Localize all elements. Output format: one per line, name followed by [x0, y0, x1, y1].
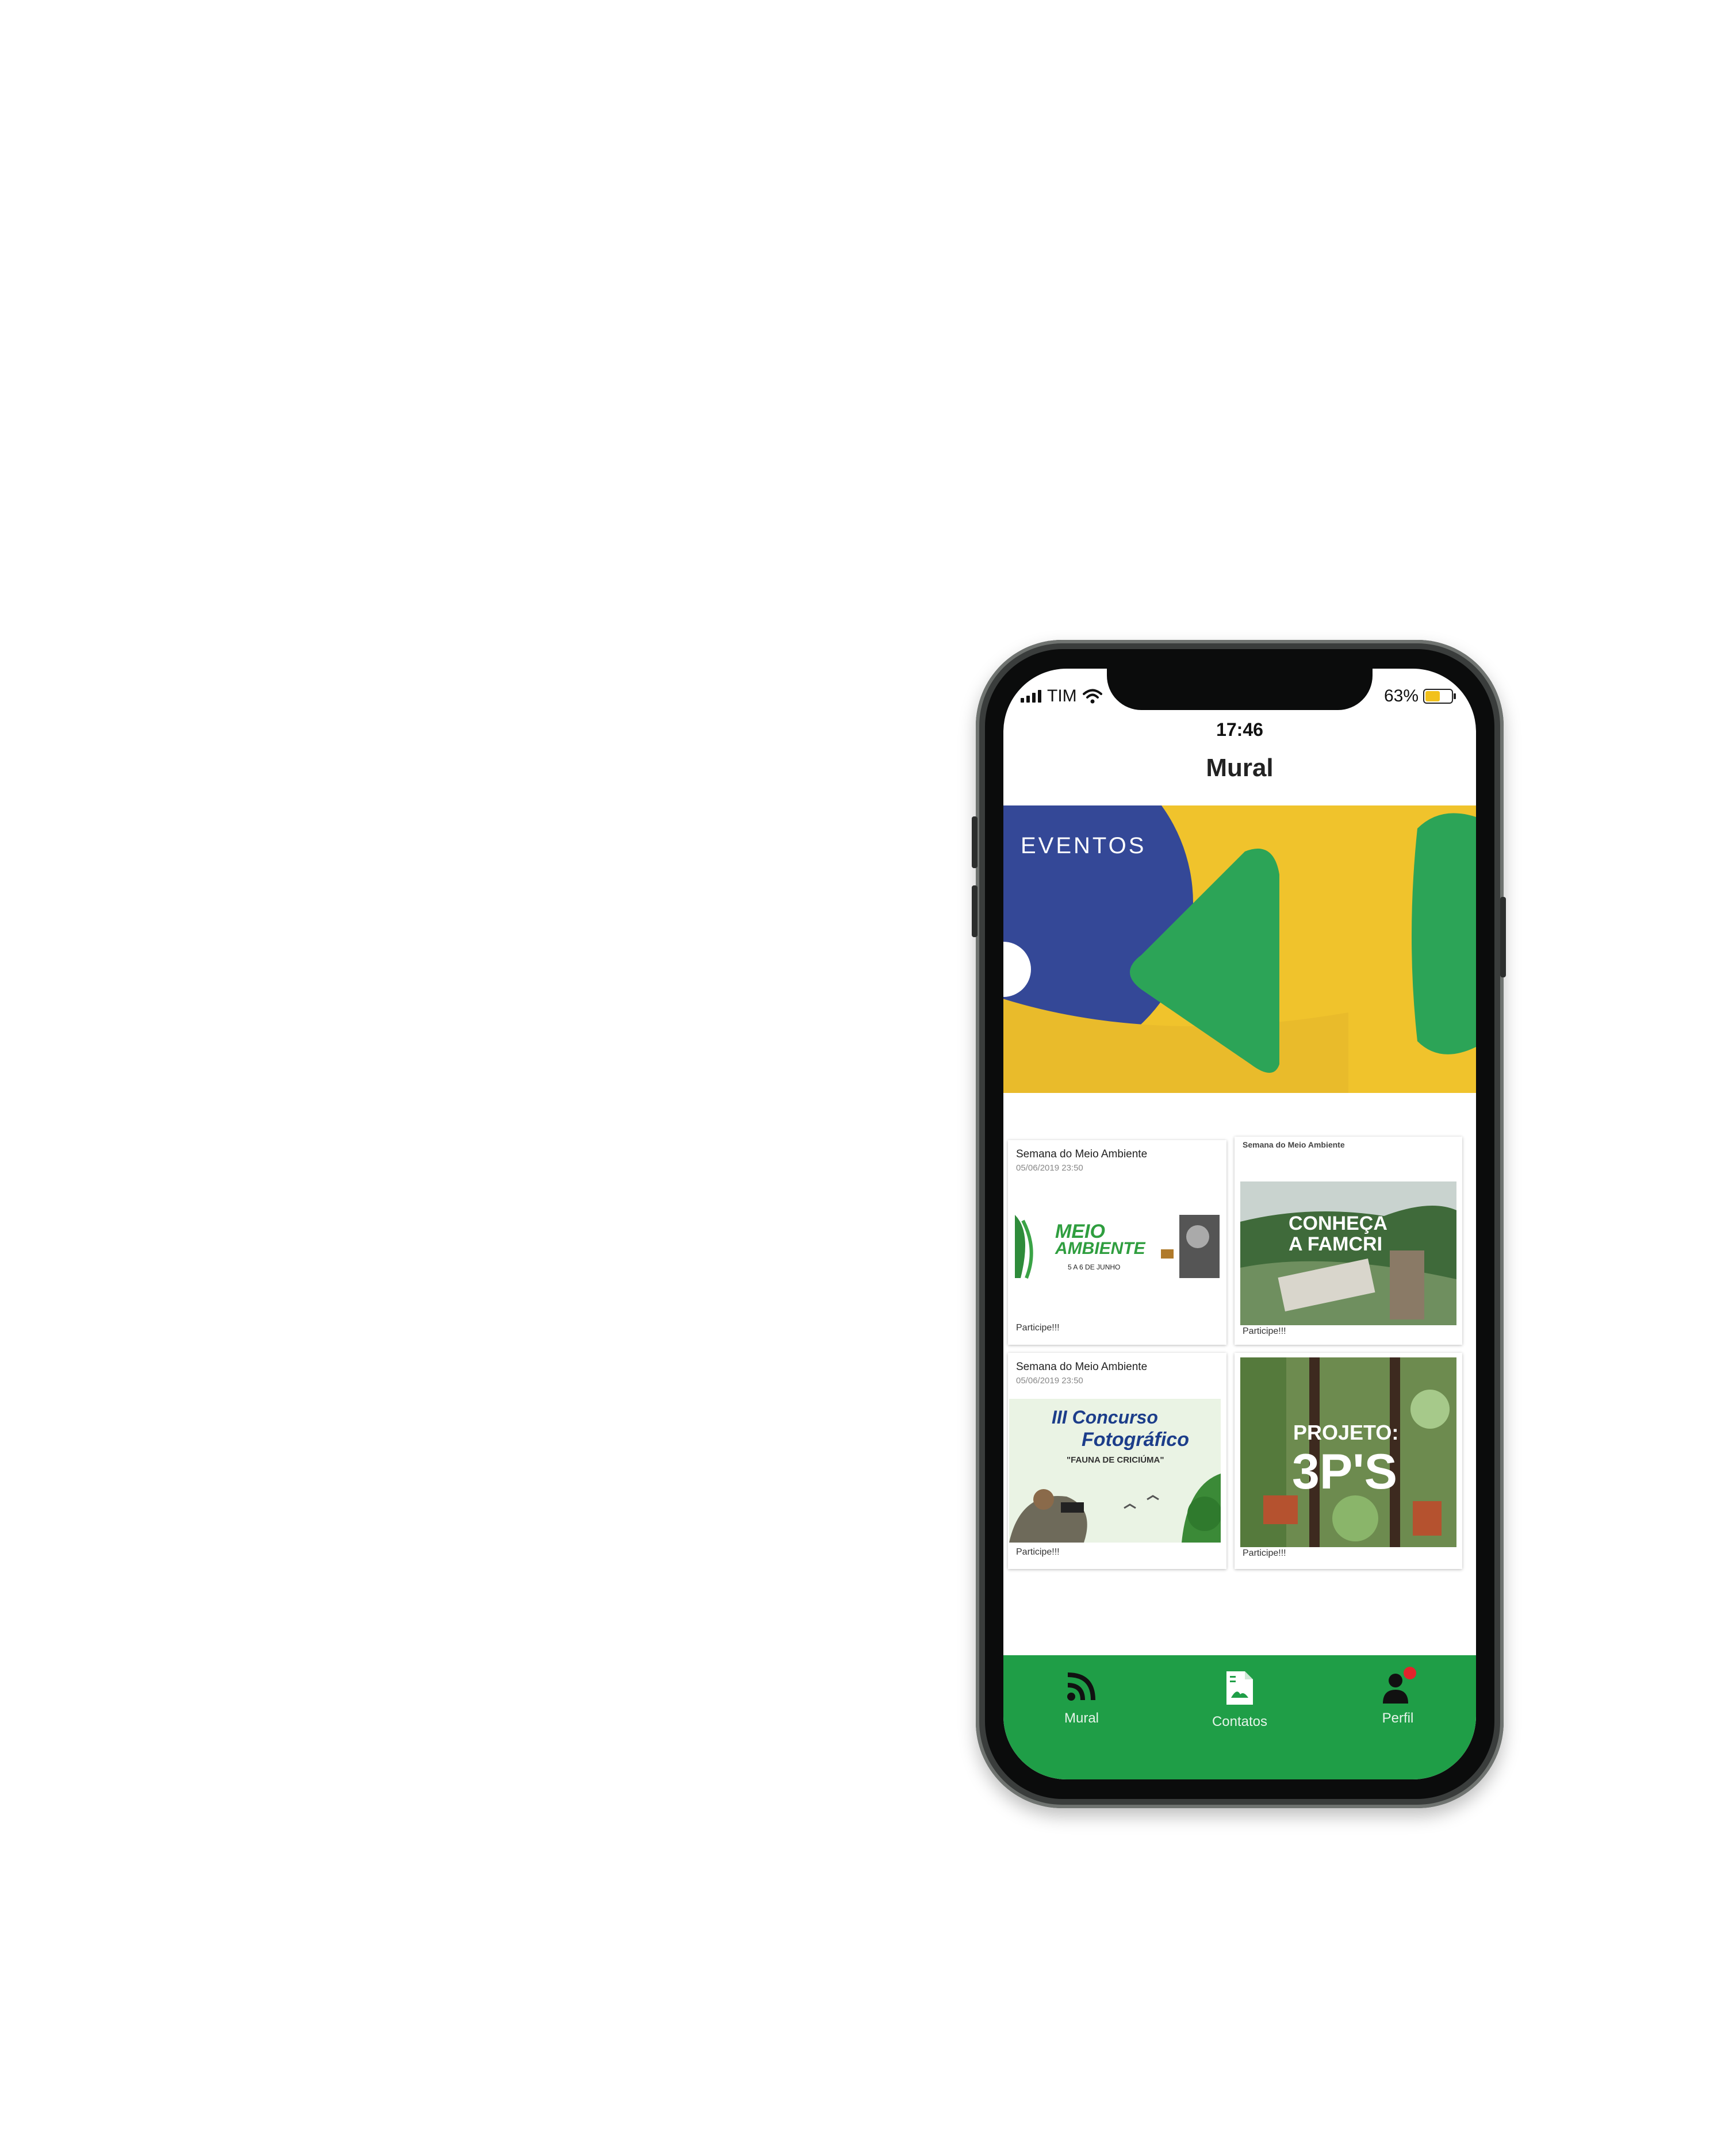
banner-label: EVENTOS: [1021, 833, 1147, 858]
tab-label: Contatos: [1212, 1714, 1268, 1729]
wifi-icon: [1082, 689, 1102, 704]
tab-label: Perfil: [1382, 1710, 1414, 1726]
poster-sub: "FAUNA DE CRICIÚMA": [1067, 1455, 1164, 1465]
side-button: [1500, 897, 1506, 977]
tab-perfil[interactable]: Perfil: [1340, 1667, 1455, 1727]
post-caption: Participe!!!: [1016, 1547, 1060, 1557]
poster-line-1: CONHEÇA: [1289, 1213, 1387, 1234]
poster-line-1: III Concurso: [1052, 1407, 1158, 1428]
post-title: Semana do Meio Ambiente: [1016, 1148, 1148, 1160]
poster-line-1: PROJETO:: [1293, 1421, 1399, 1444]
feed-icon: [1067, 1672, 1095, 1701]
poster-line-2: Fotográfico: [1082, 1429, 1189, 1451]
poster-line-2: A FAMCRI: [1289, 1233, 1383, 1255]
post-date: 05/06/2019 23:50: [1016, 1376, 1083, 1386]
post-caption: Participe!!!: [1243, 1548, 1286, 1558]
page-title: Mural: [1206, 754, 1274, 782]
notch: [1107, 669, 1373, 710]
post-date: 05/06/2019 23:50: [1016, 1163, 1083, 1173]
post-card[interactable]: PROJETO: 3P'S Participe!!!: [1235, 1353, 1462, 1569]
post-image: CONHEÇA A FAMCRI: [1240, 1181, 1456, 1325]
status-left: TIM: [1021, 686, 1102, 707]
post-title: Semana do Meio Ambiente: [1243, 1140, 1345, 1149]
post-card[interactable]: Semana do Meio Ambiente CONHEÇA A FAMCRI…: [1235, 1137, 1462, 1345]
tab-contatos[interactable]: Contatos: [1182, 1670, 1297, 1730]
battery-cap: [1454, 693, 1456, 699]
volume-button: [972, 816, 977, 868]
post-card[interactable]: Semana do Meio Ambiente 05/06/2019 23:50…: [1008, 1140, 1226, 1345]
volume-button-2: [972, 885, 977, 937]
events-banner[interactable]: EVENTOS: [1003, 805, 1476, 1093]
tab-label: Mural: [1064, 1710, 1099, 1726]
phone-screen: TIM 63% 17:46 Mural EVENTOS Semana do Me…: [1003, 669, 1476, 1779]
battery-percentage: 63%: [1383, 686, 1419, 705]
post-card[interactable]: Semana do Meio Ambiente 05/06/2019 23:50…: [1008, 1353, 1226, 1569]
poster-sub: 5 A 6 DE JUNHO: [1068, 1263, 1121, 1271]
document-icon: [1226, 1671, 1253, 1705]
signal-icon: [1021, 690, 1041, 703]
poster-line-2: 3P'S: [1292, 1444, 1398, 1499]
notification-badge: [1404, 1667, 1416, 1679]
tab-mural[interactable]: Mural: [1024, 1670, 1139, 1727]
person-icon-wrap: [1382, 1667, 1416, 1705]
bottom-tab-bar: Mural Contatos Perfil: [1003, 1655, 1476, 1779]
status-right: 63%: [1383, 686, 1456, 707]
poster-line-2: AMBIENTE: [1055, 1239, 1145, 1258]
post-image: III Concurso Fotográfico "FAUNA DE CRICI…: [1009, 1399, 1221, 1543]
battery-icon: [1423, 689, 1456, 704]
post-image: PROJETO: 3P'S: [1240, 1357, 1456, 1547]
post-caption: Participe!!!: [1243, 1326, 1286, 1336]
post-image: MEIO AMBIENTE 5 A 6 DE JUNHO: [1015, 1209, 1220, 1284]
post-caption: Participe!!!: [1016, 1323, 1060, 1333]
status-time: 17:46: [1216, 719, 1263, 740]
post-title: Semana do Meio Ambiente: [1016, 1361, 1148, 1373]
carrier-label: TIM: [1047, 686, 1077, 705]
battery-fill: [1425, 691, 1440, 701]
